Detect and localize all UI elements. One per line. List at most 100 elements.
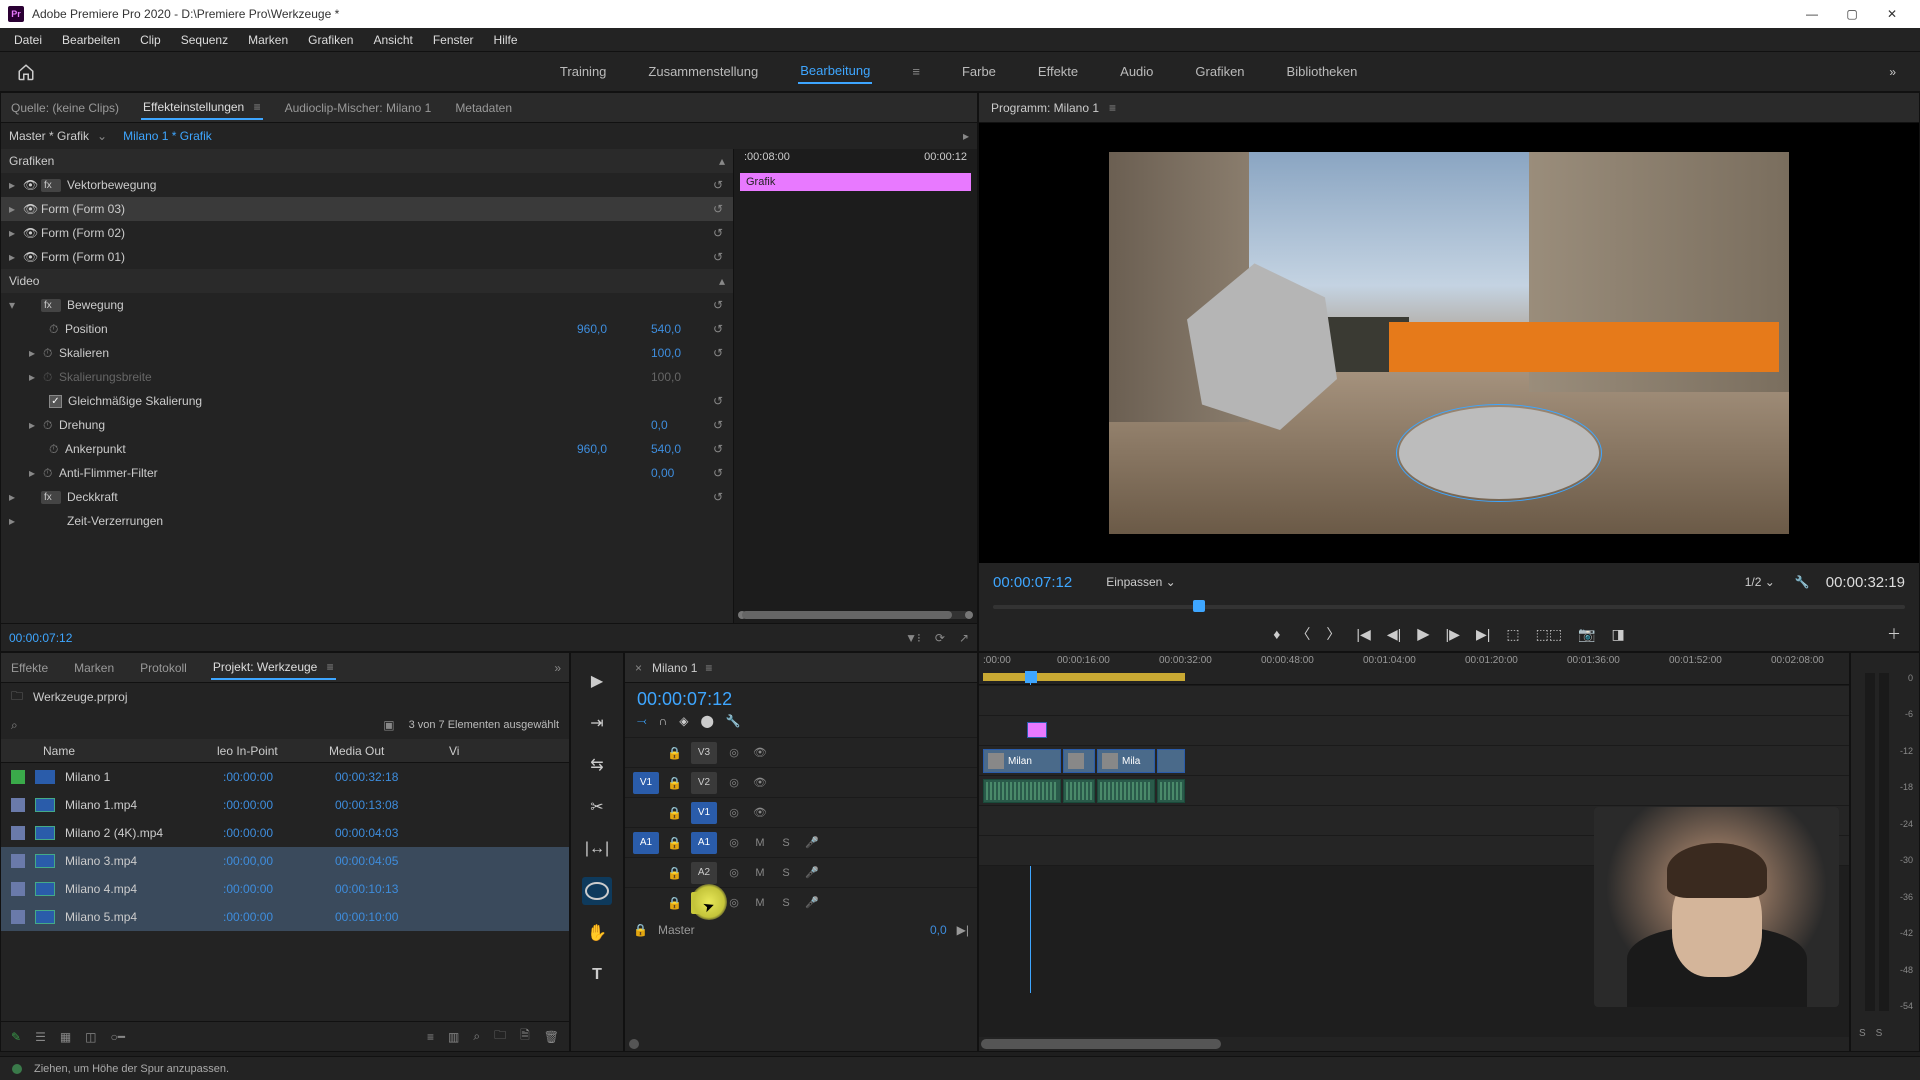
workspace-menu-icon[interactable]: ≡ [910, 60, 922, 83]
fit-dropdown[interactable]: Einpassen ⌄ [1106, 575, 1175, 589]
effect-deckkraft[interactable]: ▸fxDeckkraft↺ [1, 485, 733, 509]
workspace-audio[interactable]: Audio [1118, 60, 1155, 83]
clip-name[interactable]: Milano 2 (4K).mp4 [65, 826, 223, 840]
toggle-sync-icon[interactable]: ◎ [725, 746, 743, 759]
track-area-v3[interactable] [979, 685, 1849, 715]
workspace-effekte[interactable]: Effekte [1036, 60, 1080, 83]
track-master[interactable]: 🔒Master0,0▶| [625, 917, 977, 943]
menu-sequenz[interactable]: Sequenz [171, 30, 238, 50]
toggle-output-icon[interactable]: 👁 [751, 776, 769, 789]
clip-name[interactable]: Milano 4.mp4 [65, 882, 223, 896]
work-area-bar[interactable] [983, 673, 1185, 681]
filter-icon[interactable]: ▣ [383, 718, 394, 732]
reset-icon[interactable]: ↺ [713, 394, 723, 408]
col-name[interactable]: Name [11, 744, 217, 758]
source-v1-patch[interactable]: V1 [633, 772, 659, 794]
step-forward-button[interactable]: |▶ [1446, 626, 1460, 643]
close-seq-icon[interactable]: × [635, 661, 642, 675]
voice-icon[interactable]: 🎤 [803, 866, 821, 879]
toggle-output-icon[interactable]: 👁 [751, 746, 769, 759]
ellipse-tool[interactable] [582, 877, 612, 905]
menu-ansicht[interactable]: Ansicht [363, 30, 422, 50]
col-out[interactable]: Media Out [329, 744, 449, 758]
effect-master-label[interactable]: Master * Grafik [9, 129, 89, 143]
reset-icon[interactable]: ↺ [713, 490, 723, 504]
clip-out[interactable]: 00:00:13:08 [335, 798, 455, 812]
track-area-v2[interactable] [979, 715, 1849, 745]
find-icon[interactable]: ⌕ [473, 1029, 480, 1044]
workspace-farbe[interactable]: Farbe [960, 60, 998, 83]
wrench-icon[interactable]: 🔧 [1795, 575, 1810, 589]
timeline-ruler[interactable]: :00:00 00:00:16:00 00:00:32:00 00:00:48:… [979, 653, 1849, 685]
menu-marken[interactable]: Marken [238, 30, 298, 50]
tab-projekt[interactable]: Projekt: Werkzeuge ≡ [211, 656, 336, 680]
solo-button[interactable]: S [777, 837, 795, 849]
snap-icon[interactable]: ⤙ [637, 714, 647, 729]
reset-icon[interactable]: ↺ [713, 250, 723, 264]
project-row[interactable]: Milano 5.mp4 :00:00:00 00:00:10:00 [1, 903, 569, 931]
project-row[interactable]: Milano 3.mp4 :00:00,00 00:00:04:05 [1, 847, 569, 875]
mark-out-button[interactable]: 〉 [1326, 624, 1340, 644]
track-a1[interactable]: A1🔒A1◎MS🎤 [625, 827, 977, 857]
timeline-timecode[interactable]: 00:00:07:12 [625, 683, 977, 712]
mark-in-button[interactable]: 〈 [1296, 624, 1310, 644]
tab-effect-controls[interactable]: Effekteinstellungen ≡ [141, 96, 263, 120]
label-swatch[interactable] [11, 770, 25, 784]
track-v1[interactable]: 🔒V1◎👁 [625, 797, 977, 827]
reset-icon[interactable]: ↺ [713, 322, 723, 336]
audio-clip-3[interactable] [1097, 779, 1155, 803]
zoom-slider[interactable]: ○━ [111, 1030, 125, 1044]
reset-icon[interactable]: ↺ [713, 466, 723, 480]
program-timecode[interactable]: 00:00:07:12 [993, 574, 1072, 591]
sequence-name[interactable]: Milano 1 [652, 661, 697, 675]
tab-marken[interactable]: Marken [72, 657, 116, 679]
go-to-in-button[interactable]: |◀ [1356, 626, 1370, 643]
settings-icon[interactable]: ⬤ [700, 714, 713, 729]
project-search-input[interactable] [24, 718, 184, 733]
new-bin-icon[interactable]: 🗀 [494, 1026, 506, 1047]
clip-in[interactable]: :00:00:00 [223, 798, 335, 812]
filter-icon[interactable]: ▼⁝ [905, 631, 921, 645]
clip-grafik[interactable] [1027, 722, 1047, 738]
label-swatch[interactable] [11, 910, 25, 924]
audio-clip-1[interactable] [983, 779, 1061, 803]
prop-position[interactable]: ⏱Position960,0540,0↺ [1, 317, 733, 341]
timeline-toggle-icon[interactable]: ▸ [963, 129, 969, 143]
effect-form-01[interactable]: ▸👁Form (Form 01)↺ [1, 245, 733, 269]
track-a3[interactable]: 🔒A3◎MS🎤 ➤ [625, 887, 977, 917]
clip-out[interactable]: 00:00:04:03 [335, 826, 455, 840]
lock-icon[interactable]: 🔒 [633, 923, 648, 937]
prop-anti-flimmer[interactable]: ▸⏱Anti-Flimmer-Filter0,00↺ [1, 461, 733, 485]
slip-tool[interactable]: |↔| [582, 835, 612, 863]
loop-icon[interactable]: ⟳ [935, 631, 945, 645]
solo-button[interactable]: S [777, 897, 795, 909]
step-back-button[interactable]: ◀| [1387, 626, 1401, 643]
new-item-icon[interactable]: 🗎 [520, 1026, 530, 1047]
menu-hilfe[interactable]: Hilfe [484, 30, 528, 50]
program-scrubber[interactable] [993, 599, 1905, 615]
go-to-end-icon[interactable]: ▶| [957, 923, 969, 937]
delete-icon[interactable]: 🗑 [544, 1030, 559, 1044]
project-row[interactable]: Milano 4.mp4 :00:00:00 00:00:10:13 [1, 875, 569, 903]
pencil-icon[interactable]: ✎ [11, 1030, 21, 1044]
marker-icon[interactable]: ◈ [679, 714, 688, 729]
clip-out[interactable]: 00:00:32:18 [335, 770, 455, 784]
bin-icon[interactable]: 🗀 [11, 687, 23, 708]
search-icon[interactable]: ⌕ [11, 718, 18, 733]
prop-drehung[interactable]: ▸⏱Drehung0,0↺ [1, 413, 733, 437]
collapse-icon[interactable]: ▴ [719, 154, 725, 168]
extract-button[interactable]: ⬚⬚ [1536, 626, 1562, 643]
workspace-bibliotheken[interactable]: Bibliotheken [1285, 60, 1360, 83]
add-button[interactable]: ＋ [1887, 624, 1901, 644]
track-v3[interactable]: 🔒V3◎👁 [625, 737, 977, 767]
reset-icon[interactable]: ↺ [713, 442, 723, 456]
hand-tool[interactable]: ✋ [582, 919, 612, 947]
clip-name[interactable]: Milano 1 [65, 770, 223, 784]
track-a2[interactable]: 🔒A2◎MS🎤 [625, 857, 977, 887]
effect-footer-timecode[interactable]: 00:00:07:12 [9, 631, 72, 645]
grafik-clip-bar[interactable]: Grafik [740, 173, 971, 191]
tab-metadata[interactable]: Metadaten [453, 97, 514, 119]
comparison-button[interactable]: ◨ [1612, 626, 1625, 643]
position-x-value[interactable]: 960,0 [577, 322, 627, 336]
label-swatch[interactable] [11, 798, 25, 812]
